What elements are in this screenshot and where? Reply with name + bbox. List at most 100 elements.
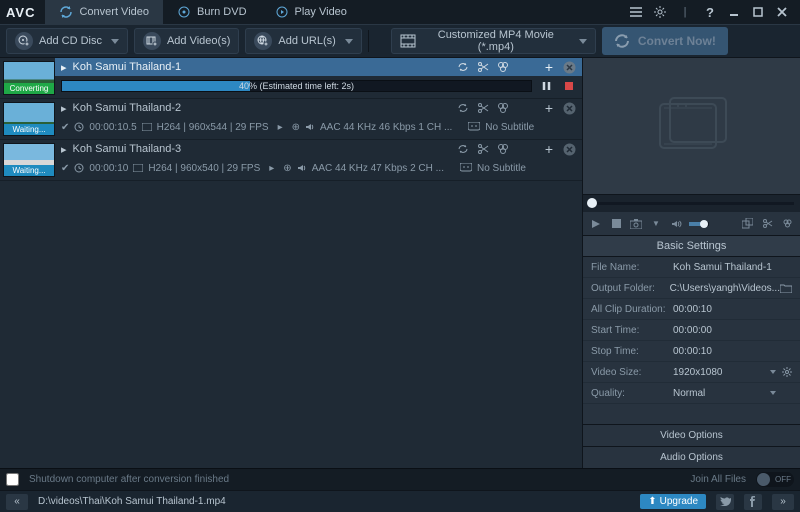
setting-clip-duration: All Clip Duration:00:00:10 bbox=[583, 299, 800, 320]
video-icon bbox=[142, 123, 152, 131]
effects-icon[interactable] bbox=[496, 142, 510, 156]
folder-icon[interactable] bbox=[780, 283, 792, 293]
check-icon[interactable]: ✔ bbox=[61, 163, 69, 174]
refresh-icon[interactable] bbox=[456, 60, 470, 74]
status-badge: Waiting... bbox=[4, 165, 54, 176]
setting-output-folder[interactable]: Output Folder:C:\Users\yangh\Videos... bbox=[583, 278, 800, 299]
scissors-icon[interactable] bbox=[476, 142, 490, 156]
disc-icon bbox=[177, 5, 191, 19]
timeline-knob[interactable] bbox=[587, 198, 597, 208]
chevron-down-icon[interactable]: ▼ bbox=[649, 217, 663, 231]
chevron-down-icon bbox=[770, 370, 776, 374]
file-title: Koh Samui Thailand-3 bbox=[73, 143, 450, 155]
close-icon[interactable] bbox=[773, 3, 791, 21]
check-icon[interactable]: ✔ bbox=[61, 122, 69, 133]
tab-label: Convert Video bbox=[79, 6, 149, 18]
setting-quality[interactable]: Quality:Normal bbox=[583, 383, 800, 404]
add-urls-button[interactable]: Add URL(s) bbox=[245, 28, 361, 54]
expand-icon[interactable]: ▸ bbox=[61, 102, 67, 115]
effects-icon[interactable] bbox=[780, 217, 794, 231]
scissors-icon[interactable] bbox=[476, 60, 490, 74]
expand-icon[interactable]: ▸ bbox=[278, 122, 283, 133]
tab-burn-dvd[interactable]: Burn DVD bbox=[163, 0, 261, 24]
speaker-icon[interactable] bbox=[297, 163, 307, 173]
add-videos-button[interactable]: Add Video(s) bbox=[134, 28, 239, 54]
tab-convert-video[interactable]: Convert Video bbox=[45, 0, 163, 24]
stop-icon[interactable] bbox=[609, 217, 623, 231]
subtitle-icon bbox=[460, 163, 472, 173]
tab-play-video[interactable]: Play Video bbox=[261, 0, 361, 24]
join-files-toggle[interactable]: OFF bbox=[756, 472, 794, 487]
scissors-icon[interactable] bbox=[760, 217, 774, 231]
shutdown-label: Shutdown computer after conversion finis… bbox=[29, 474, 229, 485]
gear-icon[interactable] bbox=[782, 367, 792, 377]
setting-stop-time[interactable]: Stop Time:00:00:10 bbox=[583, 341, 800, 362]
audio-info: AAC 44 KHz 47 Kbps 2 CH ... bbox=[312, 163, 444, 174]
effects-icon[interactable] bbox=[496, 60, 510, 74]
expand-icon[interactable]: ▸ bbox=[269, 163, 274, 174]
preview-pane bbox=[583, 58, 800, 194]
convert-now-button[interactable]: Convert Now! bbox=[602, 27, 728, 55]
effects-icon[interactable] bbox=[496, 101, 510, 115]
remove-icon[interactable] bbox=[562, 60, 576, 74]
subtitle-value: No Subtitle bbox=[485, 122, 534, 133]
plus-icon[interactable]: + bbox=[542, 101, 556, 115]
file-title: Koh Samui Thailand-2 bbox=[73, 102, 450, 114]
plus-icon[interactable]: + bbox=[542, 60, 556, 74]
shutdown-checkbox[interactable] bbox=[6, 473, 19, 486]
setting-file-name[interactable]: File Name:Koh Samui Thailand-1 bbox=[583, 257, 800, 278]
video-info: H264 | 960x540 | 29 FPS bbox=[148, 163, 260, 174]
speaker-icon[interactable] bbox=[669, 217, 683, 231]
chevron-down-icon bbox=[111, 39, 119, 44]
play-icon[interactable] bbox=[589, 217, 603, 231]
twitter-icon[interactable] bbox=[716, 494, 734, 510]
add-cd-disc-button[interactable]: Add CD Disc bbox=[6, 28, 128, 54]
chevron-down-icon bbox=[770, 391, 776, 395]
maximize-icon[interactable] bbox=[749, 3, 767, 21]
file-item[interactable]: Converting ▸ Koh Samui Thailand-1 + bbox=[0, 58, 582, 99]
file-item[interactable]: Waiting... ▸ Koh Samui Thailand-2 + bbox=[0, 99, 582, 140]
plus-icon[interactable]: + bbox=[542, 142, 556, 156]
subtitle-value: No Subtitle bbox=[477, 163, 526, 174]
setting-video-size[interactable]: Video Size:1920x1080 bbox=[583, 362, 800, 383]
play-icon bbox=[275, 5, 289, 19]
duration: 00:00:10.5 bbox=[89, 122, 136, 133]
pause-icon[interactable] bbox=[540, 79, 554, 93]
remove-icon[interactable] bbox=[562, 142, 576, 156]
expand-icon[interactable]: ▸ bbox=[61, 143, 67, 156]
remove-icon[interactable] bbox=[562, 101, 576, 115]
setting-start-time[interactable]: Start Time:00:00:00 bbox=[583, 320, 800, 341]
timeline-slider[interactable] bbox=[583, 194, 800, 212]
speaker-icon[interactable] bbox=[305, 122, 315, 132]
thumbnail: Converting bbox=[3, 61, 55, 95]
menu-icon[interactable] bbox=[627, 3, 645, 21]
prev-button[interactable]: « bbox=[6, 494, 28, 510]
clock-icon bbox=[74, 122, 84, 132]
up-arrow-icon: ⬆ bbox=[648, 496, 656, 507]
facebook-icon[interactable] bbox=[744, 494, 762, 510]
progress-bar: 40% (Estimated time left: 2s) bbox=[61, 80, 532, 92]
help-icon[interactable]: ? bbox=[701, 3, 719, 21]
button-label: Add Video(s) bbox=[167, 35, 230, 47]
file-path: D:\videos\Thai\Koh Samui Thailand-1.mp4 bbox=[38, 496, 226, 507]
audio-options-button[interactable]: Audio Options bbox=[583, 446, 800, 468]
volume-slider[interactable] bbox=[689, 222, 709, 226]
stop-icon[interactable] bbox=[562, 79, 576, 93]
output-profile-dropdown[interactable]: Customized MP4 Movie (*.mp4) bbox=[391, 28, 596, 54]
snapshot-icon[interactable] bbox=[629, 217, 643, 231]
popout-icon[interactable] bbox=[740, 217, 754, 231]
refresh-icon[interactable] bbox=[456, 101, 470, 115]
upgrade-button[interactable]: ⬆Upgrade bbox=[640, 494, 706, 509]
button-label: Add URL(s) bbox=[278, 35, 335, 47]
gear-icon[interactable] bbox=[651, 3, 669, 21]
refresh-icon[interactable] bbox=[456, 142, 470, 156]
minimize-icon[interactable] bbox=[725, 3, 743, 21]
button-label: Convert Now! bbox=[638, 34, 716, 48]
scissors-icon[interactable] bbox=[476, 101, 490, 115]
video-options-button[interactable]: Video Options bbox=[583, 424, 800, 446]
profile-label: Customized MP4 Movie (*.mp4) bbox=[422, 29, 570, 53]
disc-plus-icon bbox=[15, 32, 33, 50]
expand-icon[interactable]: ▸ bbox=[61, 61, 67, 74]
file-item[interactable]: Waiting... ▸ Koh Samui Thailand-3 + bbox=[0, 140, 582, 181]
next-button[interactable]: » bbox=[772, 494, 794, 510]
